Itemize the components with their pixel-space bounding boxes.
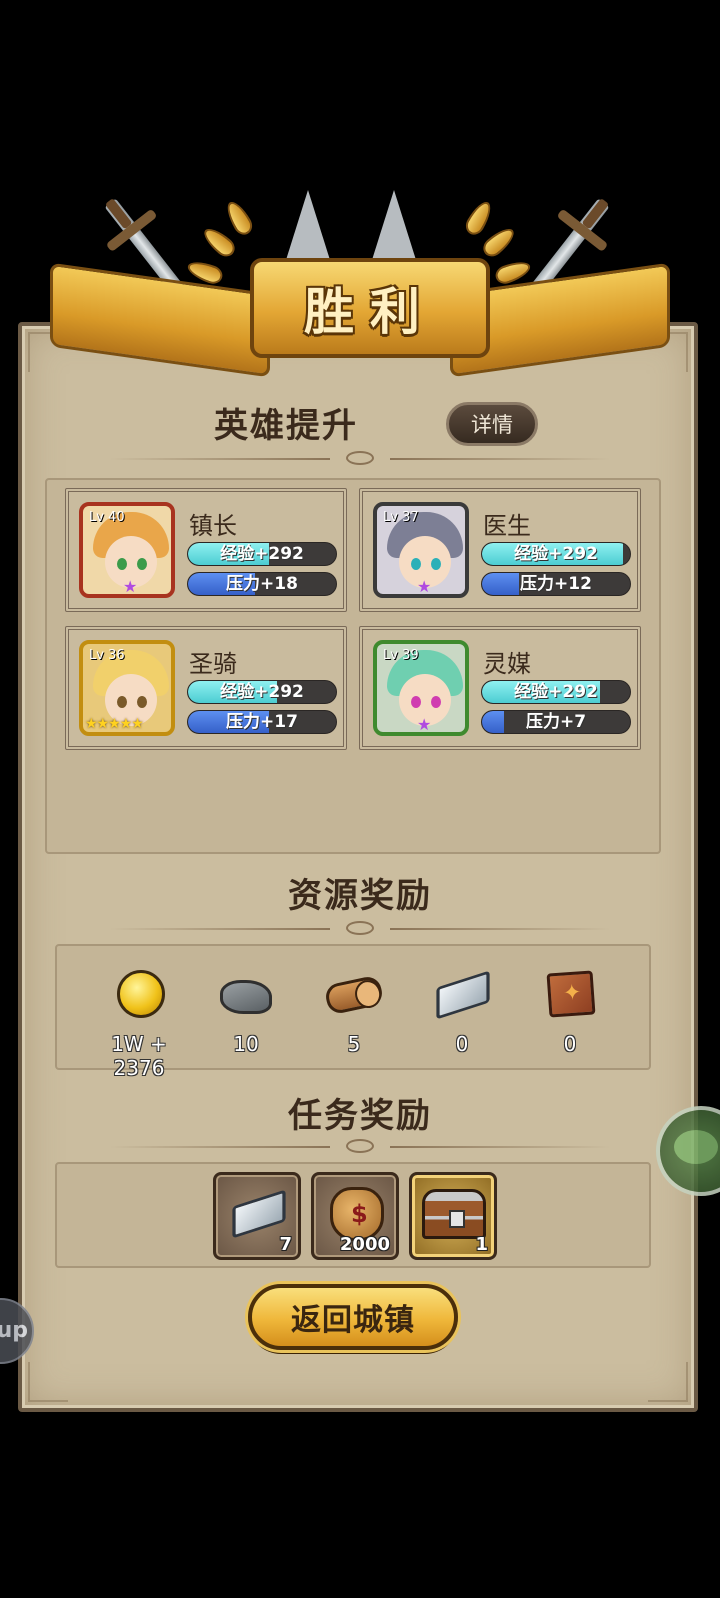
hero-card-doctor[interactable]: Lv 37 ★ 医生 经验+292 压力+12 bbox=[359, 488, 641, 612]
hero-card-medium[interactable]: Lv 39 ★ 灵媒 经验+292 压力+7 bbox=[359, 626, 641, 750]
hero-level: Lv 36 bbox=[89, 648, 125, 663]
return-to-town-button[interactable]: 返回城镇 bbox=[248, 1284, 458, 1350]
resource-gold: 1W + 2376 bbox=[84, 966, 194, 1080]
hero-level: Lv 39 bbox=[383, 648, 419, 663]
star-badge-icon: ★ bbox=[417, 715, 432, 734]
reward-quantity: 1 bbox=[475, 1234, 488, 1255]
hero-portrait: Lv 39 ★ bbox=[373, 640, 469, 736]
hero-level: Lv 40 bbox=[89, 510, 125, 525]
hero-card-mayor[interactable]: Lv 40 ★ 镇长 经验+292 压力+18 bbox=[65, 488, 347, 612]
gold-coin-icon bbox=[117, 970, 165, 1018]
star-badge-icon: ★ bbox=[417, 577, 432, 596]
hero-card-paladin[interactable]: Lv 36 ★★★★★ 圣骑 经验+292 压力+17 bbox=[65, 626, 347, 750]
hero-name: 镇长 bbox=[189, 512, 237, 540]
hero-portrait: Lv 36 ★★★★★ bbox=[79, 640, 175, 736]
resource-rewards: 1W + 2376 10 5 0 0 bbox=[55, 944, 651, 1080]
resource-cloth: 0 bbox=[515, 966, 625, 1056]
hero-portrait: Lv 40 ★ bbox=[79, 502, 175, 598]
pressure-bar: 压力+18 bbox=[187, 572, 337, 596]
wood-log-icon bbox=[323, 974, 385, 1016]
resource-iron: 0 bbox=[407, 966, 517, 1056]
iron-ingot-icon bbox=[232, 1189, 286, 1239]
left-spear-icon bbox=[286, 190, 330, 260]
task-reward-chest[interactable]: 1 bbox=[409, 1172, 497, 1260]
hero-name: 圣骑 bbox=[189, 650, 237, 678]
pressure-bar: 压力+17 bbox=[187, 710, 337, 734]
exp-bar: 经验+292 bbox=[187, 680, 337, 704]
task-reward-gold[interactable]: 2000 bbox=[311, 1172, 399, 1260]
hero-name: 灵媒 bbox=[483, 650, 531, 678]
exp-bar: 经验+292 bbox=[481, 680, 631, 704]
victory-banner: 胜利 bbox=[40, 170, 680, 410]
resource-stone: 10 bbox=[191, 966, 301, 1056]
treasure-chest-icon bbox=[422, 1189, 486, 1239]
exp-bar: 经验+292 bbox=[481, 542, 631, 566]
task-reward-iron[interactable]: 7 bbox=[213, 1172, 301, 1260]
resource-wood: 5 bbox=[299, 966, 409, 1056]
money-bag-icon bbox=[330, 1187, 384, 1241]
task-section-title: 任务奖励 bbox=[288, 1096, 432, 1136]
hero-portrait: Lv 37 ★ bbox=[373, 502, 469, 598]
right-spear-icon bbox=[372, 190, 416, 260]
hero-level: Lv 37 bbox=[383, 510, 419, 525]
cloth-icon bbox=[546, 970, 596, 1018]
pressure-bar: 压力+7 bbox=[481, 710, 631, 734]
return-button-label: 返回城镇 bbox=[291, 1303, 415, 1338]
task-rewards: 7 2000 1 bbox=[55, 1162, 651, 1268]
hero-name: 医生 bbox=[483, 512, 531, 540]
resource-section-title: 资源奖励 bbox=[288, 876, 432, 916]
details-button[interactable]: 详情 bbox=[446, 402, 538, 446]
five-stars-icon: ★★★★★ bbox=[85, 716, 144, 732]
iron-ingot-icon bbox=[436, 970, 490, 1020]
pressure-bar: 压力+12 bbox=[481, 572, 631, 596]
victory-title: 胜利 bbox=[304, 282, 436, 341]
reward-quantity: 2000 bbox=[339, 1234, 390, 1255]
hero-section-title: 英雄提升 bbox=[214, 406, 358, 446]
hero-section-divider bbox=[110, 451, 610, 465]
exp-bar: 经验+292 bbox=[187, 542, 337, 566]
ribbon-center: 胜利 bbox=[250, 258, 490, 358]
stone-icon bbox=[220, 980, 272, 1014]
task-section-divider bbox=[110, 1139, 610, 1153]
resource-section-divider bbox=[110, 921, 610, 935]
star-badge-icon: ★ bbox=[123, 577, 138, 596]
reward-quantity: 7 bbox=[279, 1234, 292, 1255]
